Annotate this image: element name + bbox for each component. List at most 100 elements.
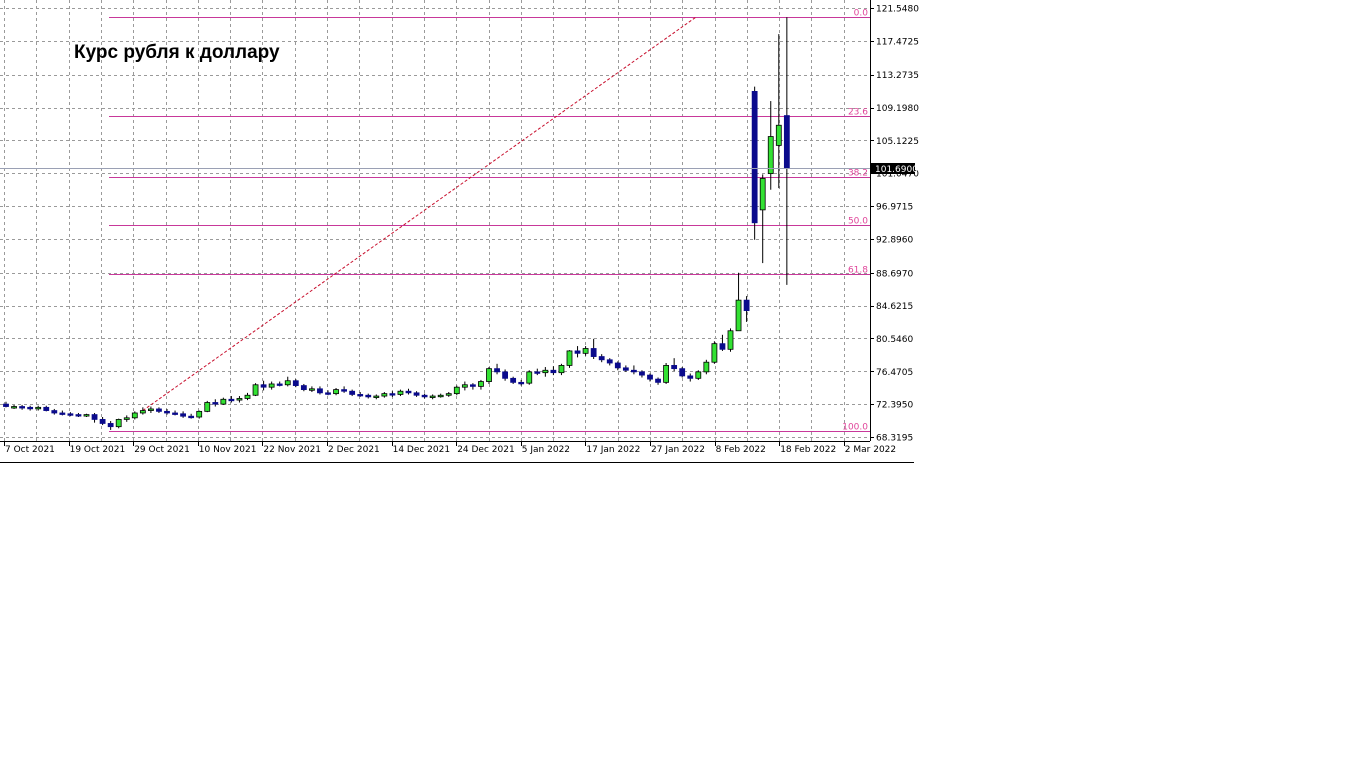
- time-axis-label: 5 Jan 2022: [522, 445, 570, 455]
- candle: [743, 296, 750, 322]
- price-axis-label: 76.4705: [876, 368, 913, 378]
- candle: [429, 394, 436, 400]
- price-axis-label: 92.8960: [876, 235, 913, 245]
- candle: [164, 408, 170, 415]
- candle: [751, 86, 758, 240]
- price-axis-label: 96.9715: [876, 203, 913, 213]
- candle: [622, 365, 629, 372]
- candle: [389, 391, 396, 397]
- candle-body-bearish: [405, 390, 412, 394]
- candle: [252, 383, 259, 397]
- candle-body-bearish: [550, 369, 557, 374]
- price-axis-label: 84.6215: [876, 302, 913, 312]
- candle: [550, 366, 557, 376]
- candle-body-bullish: [196, 410, 203, 418]
- candle: [478, 379, 484, 390]
- candle: [590, 338, 597, 359]
- candle: [51, 408, 58, 415]
- fib-trend-line: [142, 16, 697, 411]
- candle-body-bearish: [421, 394, 428, 398]
- candle: [228, 396, 235, 403]
- candle-body-bearish: [751, 91, 758, 224]
- candle-body-bearish: [743, 299, 750, 312]
- candle: [566, 350, 573, 368]
- candle: [663, 363, 669, 384]
- candle: [655, 377, 661, 385]
- candle: [558, 363, 565, 376]
- candle: [188, 413, 195, 419]
- candle-body-bullish: [83, 414, 90, 417]
- candle: [260, 380, 267, 391]
- candle-body-bearish: [67, 413, 74, 416]
- candle: [220, 397, 227, 405]
- candle-body-bearish: [389, 393, 396, 396]
- candle-body-bearish: [91, 414, 98, 420]
- candle: [43, 405, 50, 412]
- chart-grid: [0, 0, 870, 441]
- candle: [381, 392, 388, 398]
- candle: [284, 376, 291, 387]
- candle-body-bearish: [3, 403, 9, 407]
- candle-body-bullish: [727, 330, 734, 350]
- candle-body-bearish: [317, 388, 323, 394]
- candle: [687, 373, 694, 382]
- candle-body-bearish: [156, 408, 162, 412]
- candle-body-bullish: [566, 350, 573, 366]
- candle-body-bearish: [260, 384, 267, 388]
- candle-body-bullish: [373, 395, 380, 398]
- candle: [759, 174, 766, 264]
- candle-body-bearish: [687, 375, 694, 379]
- candle-body-bearish: [631, 369, 637, 373]
- price-axis-label: 105.1225: [876, 137, 919, 147]
- candle-body-bullish: [663, 365, 669, 383]
- candle: [453, 385, 460, 396]
- candle-body-bullish: [775, 124, 782, 146]
- candle-body-bullish: [131, 412, 138, 419]
- candle-body-bearish: [671, 365, 678, 370]
- candle-body-bearish: [534, 371, 541, 374]
- fib-level-label: 23.6: [848, 108, 868, 118]
- candle: [679, 367, 686, 378]
- candle: [494, 363, 500, 375]
- price-axis-label: 109.1980: [876, 104, 919, 114]
- candle-body-bullish: [526, 371, 533, 384]
- candle-body-bullish: [582, 348, 589, 354]
- candle-body-bearish: [639, 371, 645, 376]
- candle: [647, 373, 653, 382]
- candle: [405, 388, 412, 395]
- candle: [775, 34, 782, 189]
- candle: [180, 411, 187, 418]
- candle: [292, 379, 299, 388]
- candle: [75, 412, 82, 418]
- candle: [308, 386, 315, 393]
- chart-title: Курс рубля к доллару: [74, 42, 280, 63]
- candle-body-bearish: [99, 419, 106, 424]
- time-axis-label: 24 Dec 2021: [457, 445, 515, 455]
- candle: [606, 358, 613, 366]
- candle: [349, 389, 356, 397]
- candle: [365, 393, 372, 399]
- candle: [107, 421, 114, 430]
- candle-body-bearish: [719, 343, 726, 350]
- candle: [333, 387, 339, 396]
- candle: [469, 383, 476, 390]
- candle: [67, 412, 74, 417]
- candle-body-bullish: [123, 417, 130, 420]
- candle-body-bullish: [453, 386, 460, 395]
- candle: [461, 381, 468, 391]
- candle-body-bearish: [606, 359, 613, 364]
- candle-body-bullish: [486, 368, 492, 382]
- candle-body-bearish: [647, 374, 653, 380]
- time-axis-label: 18 Feb 2022: [780, 445, 836, 455]
- candle-body-bearish: [357, 394, 364, 397]
- candle: [115, 418, 122, 429]
- candle-body-bullish: [147, 408, 154, 411]
- candle-body-bearish: [276, 383, 283, 386]
- candle: [196, 410, 203, 419]
- time-axis-label: 2 Dec 2021: [328, 445, 380, 455]
- candle: [614, 361, 621, 371]
- candle: [172, 410, 178, 416]
- candle: [542, 367, 549, 377]
- time-axis-label: 10 Nov 2021: [199, 445, 257, 455]
- candle-body-bullish: [735, 299, 742, 332]
